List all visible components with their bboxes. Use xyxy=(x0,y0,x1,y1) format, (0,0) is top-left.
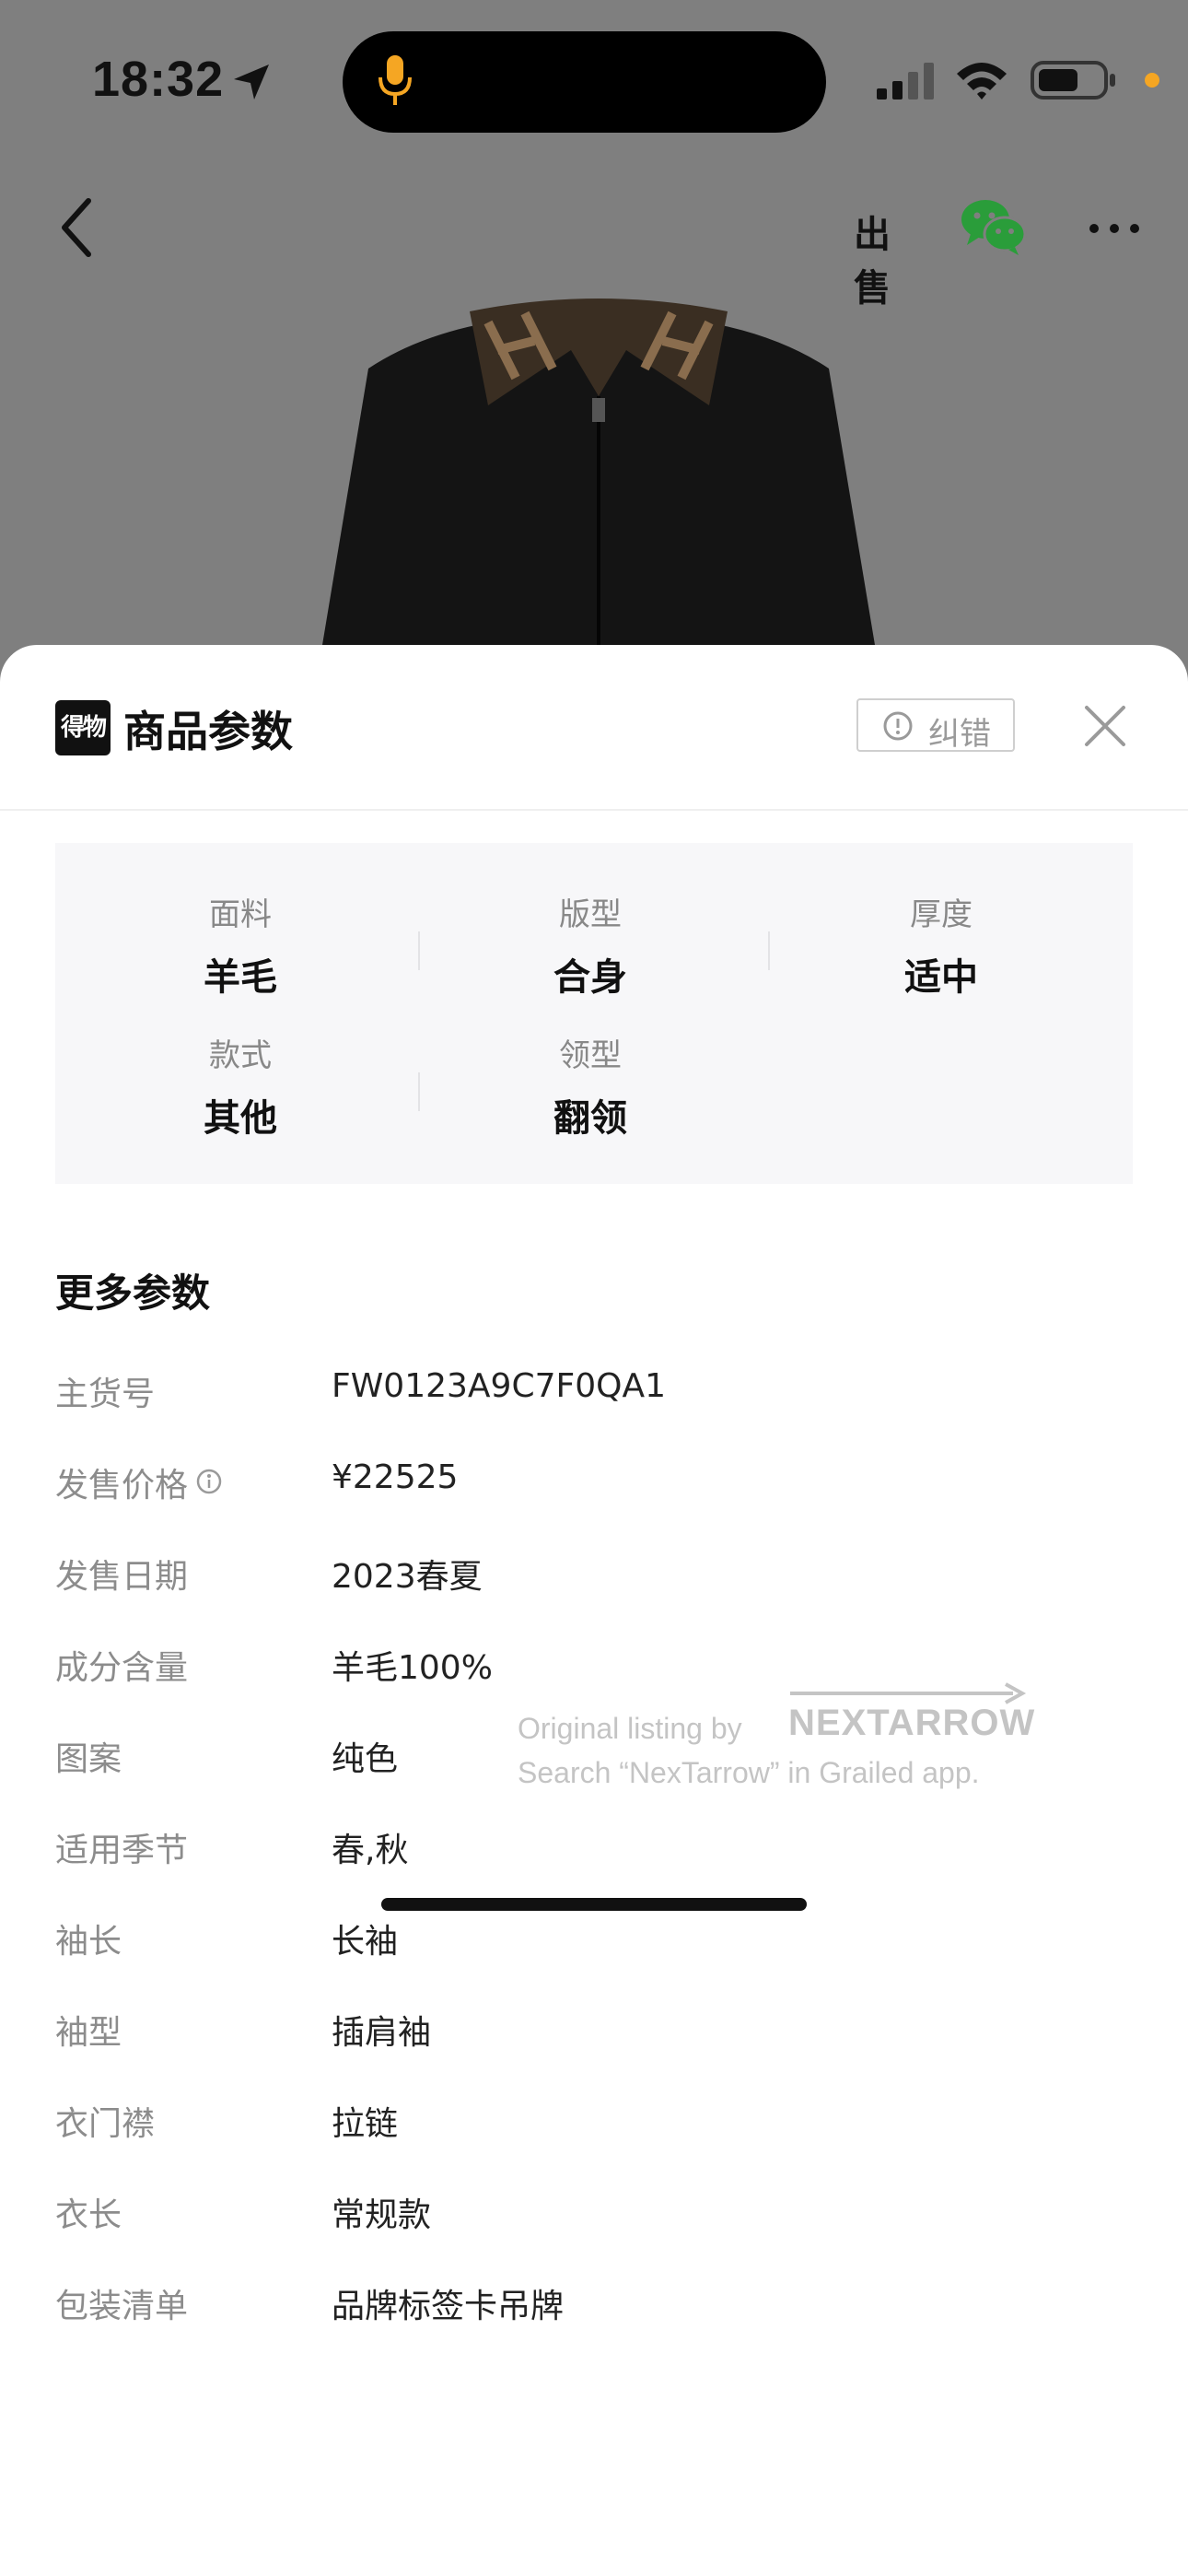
param-label: 袖型 xyxy=(55,2014,122,2052)
battery-icon xyxy=(1031,61,1115,100)
wechat-share-icon[interactable] xyxy=(958,193,1028,258)
param-row-release-price: 发售价格 ¥22525 xyxy=(55,1458,1133,1514)
report-error-button[interactable]: 纠错 xyxy=(856,698,1015,753)
location-arrow-icon xyxy=(234,64,269,100)
exclamation-circle-icon xyxy=(883,711,913,741)
key-attributes-panel: 面料 羊毛 版型 合身 厚度 适中 款式 其他 领型 翻领 xyxy=(55,843,1133,1184)
param-label: 衣长 xyxy=(55,2196,122,2234)
sell-button[interactable]: 出售 xyxy=(838,193,906,310)
watermark-line2: Search “NexTarrow” in Grailed app. xyxy=(518,1756,980,1789)
param-label: 包装清单 xyxy=(55,2288,189,2325)
brand-logo: 得物 xyxy=(55,700,111,755)
attribute-label: 厚度 xyxy=(910,896,973,933)
param-value: 品牌标签卡吊牌 xyxy=(332,2288,565,2325)
product-image-area: 18:32 出售 xyxy=(0,0,1188,682)
param-row-season: 适用季节 春,秋 xyxy=(55,1823,1133,1879)
attribute-label: 领型 xyxy=(559,1037,622,1074)
attribute-label: 款式 xyxy=(209,1037,272,1074)
param-value: 插肩袖 xyxy=(332,2014,432,2052)
microphone-icon xyxy=(379,55,412,105)
sheet-title: 商品参数 xyxy=(123,707,293,756)
attribute-divider xyxy=(418,1072,420,1111)
param-row-length: 衣长 常规款 xyxy=(55,2188,1133,2243)
watermark-brand: NEXTARROW xyxy=(788,1703,1036,1743)
cellular-signal-icon xyxy=(877,63,934,100)
param-value: 拉链 xyxy=(332,2105,399,2143)
param-value: 纯色 xyxy=(332,1740,399,1778)
attribute-value: 适中 xyxy=(904,956,978,999)
nextarrow-watermark: Original listing by NEXTARROW Search “Ne… xyxy=(516,1679,1034,1798)
product-jacket-image xyxy=(316,299,881,682)
param-label: 发售日期 xyxy=(55,1558,189,1596)
param-value: 2023春夏 xyxy=(332,1558,483,1596)
param-label: 成分含量 xyxy=(55,1649,189,1687)
attribute-fit: 版型 合身 xyxy=(471,889,710,1001)
attribute-divider xyxy=(768,931,770,970)
param-value: 羊毛100% xyxy=(332,1649,493,1687)
back-chevron-icon[interactable] xyxy=(55,195,101,260)
param-row-package-contents: 包装清单 品牌标签卡吊牌 xyxy=(55,2279,1133,2335)
product-params-sheet: 得物 商品参数 纠错 面料 羊毛 版型 合身 厚度 适中 款式 其他 领型 翻领… xyxy=(0,645,1188,2576)
attribute-value: 其他 xyxy=(204,1097,277,1140)
more-params-title: 更多参数 xyxy=(55,1270,211,1316)
more-options-icon[interactable] xyxy=(1087,221,1142,236)
privacy-indicator-dot xyxy=(1145,73,1159,88)
attribute-fabric: 面料 羊毛 xyxy=(121,889,360,1001)
wifi-icon xyxy=(957,63,1007,100)
attribute-value: 羊毛 xyxy=(204,956,277,999)
param-label: 主货号 xyxy=(55,1376,156,1413)
attribute-label: 版型 xyxy=(559,896,622,933)
param-row-release-date: 发售日期 2023春夏 xyxy=(55,1550,1133,1605)
attribute-label: 面料 xyxy=(209,896,272,933)
attribute-value: 翻领 xyxy=(553,1097,627,1140)
param-label: 衣门襟 xyxy=(55,2105,156,2143)
attribute-collar: 领型 翻领 xyxy=(471,1030,710,1142)
param-row-placket: 衣门襟 拉链 xyxy=(55,2097,1133,2152)
param-value: ¥22525 xyxy=(332,1458,459,1496)
param-row-style-number: 主货号 FW0123A9C7F0QA1 xyxy=(55,1367,1133,1423)
param-label: 适用季节 xyxy=(55,1832,189,1869)
status-time: 18:32 xyxy=(92,52,225,107)
param-value: 长袖 xyxy=(332,1923,399,1961)
info-icon[interactable] xyxy=(195,1468,223,1495)
attribute-style: 款式 其他 xyxy=(121,1030,360,1142)
param-row-sleeve-length: 袖长 长袖 xyxy=(55,1914,1133,1970)
param-value: FW0123A9C7F0QA1 xyxy=(332,1367,666,1405)
attribute-thickness: 厚度 适中 xyxy=(821,889,1061,1001)
watermark-line1: Original listing by xyxy=(518,1712,742,1745)
top-nav: 出售 xyxy=(0,175,1188,310)
close-icon[interactable] xyxy=(1082,703,1128,749)
sheet-header: 得物 商品参数 纠错 xyxy=(0,645,1188,811)
attribute-value: 合身 xyxy=(553,956,627,999)
param-row-sleeve-type: 袖型 插肩袖 xyxy=(55,2006,1133,2061)
param-label: 袖长 xyxy=(55,1923,122,1961)
param-value: 春,秋 xyxy=(332,1832,409,1869)
home-indicator[interactable] xyxy=(381,1898,807,1911)
status-bar: 18:32 xyxy=(0,0,1188,157)
param-label: 发售价格 xyxy=(55,1467,189,1505)
param-label: 图案 xyxy=(55,1740,122,1778)
attribute-divider xyxy=(418,931,420,970)
param-value: 常规款 xyxy=(332,2196,432,2234)
report-error-label: 纠错 xyxy=(928,716,991,753)
